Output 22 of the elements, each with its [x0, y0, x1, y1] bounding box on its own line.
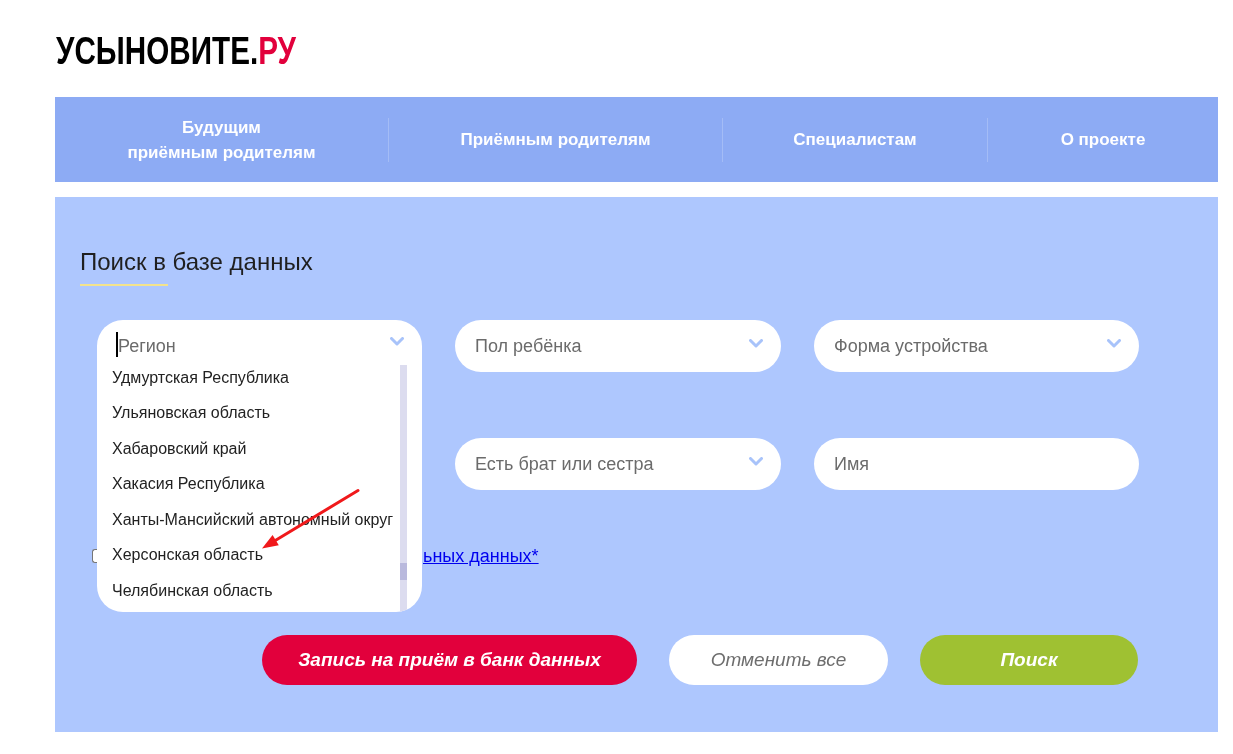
region-input[interactable]: Регион	[118, 335, 390, 357]
site-logo[interactable]: УСЫНОВИТЕ.РУ	[56, 31, 296, 70]
select-field[interactable]: Форма устройства	[814, 320, 1139, 372]
region-option[interactable]: Ульяновская область	[112, 403, 271, 424]
region-option[interactable]: Хакасия Республика	[112, 474, 265, 495]
select-field[interactable]: Пол ребёнка	[455, 320, 781, 372]
region-option[interactable]: Удмуртская Республика	[112, 367, 289, 388]
section-title: Поиск в базе данных	[80, 247, 313, 277]
text-input[interactable]: Имя	[814, 438, 1139, 490]
cancel-button[interactable]: Отменить все	[669, 635, 888, 685]
select-field[interactable]: Есть брат или сестра	[455, 438, 781, 490]
appointment-button[interactable]: Запись на приём в банк данных	[262, 635, 637, 685]
region-option[interactable]: Хабаровский край	[112, 438, 247, 459]
checkbox[interactable]	[92, 549, 98, 563]
chevron-down-icon	[1107, 338, 1121, 348]
region-option[interactable]: Челябинская область	[112, 580, 273, 601]
scrollbar[interactable]	[400, 365, 407, 612]
chevron-down-icon	[390, 337, 404, 346]
region-option[interactable]: Херсонская область	[112, 545, 263, 566]
chevron-down-icon	[749, 338, 763, 348]
chevron-down-icon	[749, 456, 763, 466]
consent-link[interactable]: ьных данных*	[423, 546, 539, 566]
